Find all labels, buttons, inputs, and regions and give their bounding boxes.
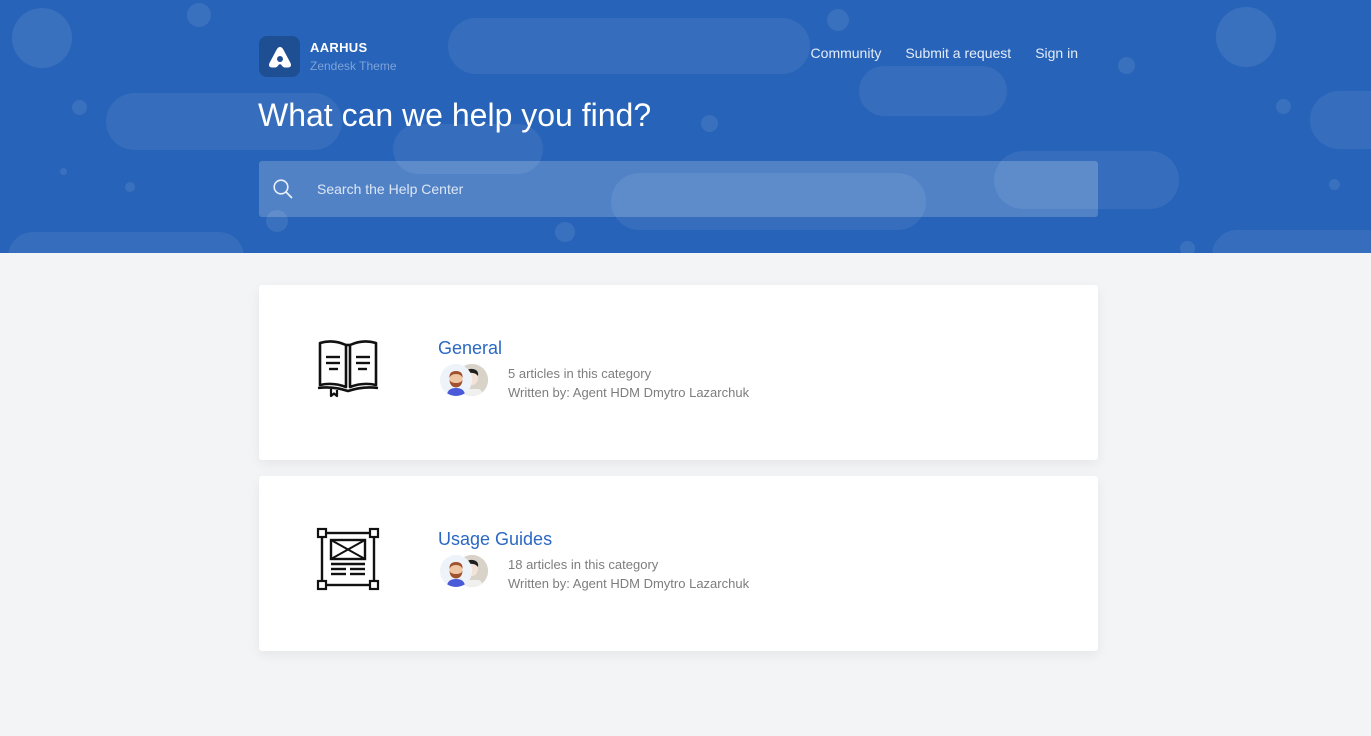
written-by: Written by: Agent HDM Dmytro Lazarchuk xyxy=(508,385,750,400)
brand-name: AARHUS xyxy=(310,39,368,55)
decor-dot xyxy=(701,115,718,132)
avatar xyxy=(440,555,472,587)
avatar xyxy=(440,364,472,396)
decor-dot xyxy=(1276,99,1291,114)
decor-pill xyxy=(448,18,810,74)
category-card-general[interactable]: General 5 articles in this category Writ… xyxy=(259,285,1098,460)
search-bar xyxy=(259,161,1098,217)
nav-sign-in-link[interactable]: Sign in xyxy=(1035,44,1078,62)
aarhus-logo-icon xyxy=(259,36,300,77)
open-book-icon xyxy=(316,335,380,399)
author-avatars xyxy=(440,555,490,589)
search-input[interactable] xyxy=(317,161,1077,217)
decor-dot xyxy=(125,182,135,192)
nav-community-link[interactable]: Community xyxy=(811,44,882,62)
decor-pill xyxy=(859,66,1007,116)
decor-dot xyxy=(1216,7,1276,67)
decor-dot xyxy=(187,3,211,27)
brand[interactable]: AARHUS Zendesk Theme xyxy=(259,36,397,77)
top-nav: Community Submit a request Sign in xyxy=(811,44,1078,62)
decor-pill xyxy=(1212,230,1371,253)
category-meta: 5 articles in this category Written by: … xyxy=(508,364,749,402)
page-title: What can we help you find? xyxy=(258,97,652,133)
written-by: Written by: Agent HDM Dmytro Lazarchuk xyxy=(508,576,750,591)
author-avatars xyxy=(440,364,490,398)
hero-header: AARHUS Zendesk Theme Community Submit a … xyxy=(0,0,1371,253)
decor-dot xyxy=(1180,241,1195,253)
decor-dot xyxy=(1118,57,1135,74)
category-title-link[interactable]: Usage Guides xyxy=(438,528,552,550)
category-title-link[interactable]: General xyxy=(438,337,502,359)
decor-dot xyxy=(1329,179,1340,190)
decor-dot xyxy=(555,222,575,242)
search-icon xyxy=(272,178,294,200)
decor-pill xyxy=(8,232,244,253)
layout-wireframe-icon xyxy=(316,527,380,591)
decor-pill xyxy=(1310,91,1371,149)
nav-submit-request-link[interactable]: Submit a request xyxy=(905,44,1011,62)
category-meta: 18 articles in this category Written by:… xyxy=(508,555,749,593)
article-count: 5 articles in this category xyxy=(508,366,652,381)
category-card-usage-guides[interactable]: Usage Guides 18 articles in this categor… xyxy=(259,476,1098,651)
decor-dot xyxy=(827,9,849,31)
article-count: 18 articles in this category xyxy=(508,557,659,572)
brand-subtitle: Zendesk Theme xyxy=(310,58,397,73)
decor-dot xyxy=(12,8,72,68)
decor-dot xyxy=(72,100,87,115)
decor-dot xyxy=(60,168,67,175)
